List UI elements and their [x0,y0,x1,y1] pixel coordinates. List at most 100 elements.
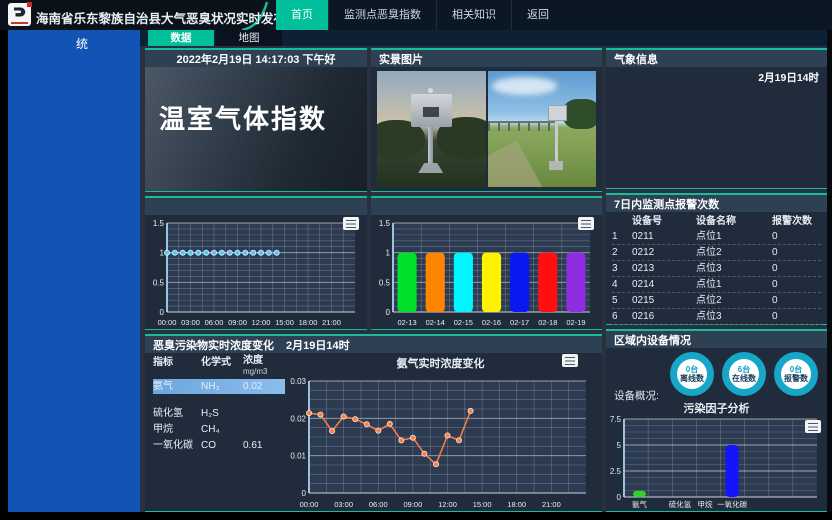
svg-text:00:00: 00:00 [158,318,177,327]
svg-text:12:00: 12:00 [252,318,271,327]
svg-text:06:00: 06:00 [205,318,224,327]
path [488,141,547,187]
odor-table: 指标 化学式 浓度 mg/m3 氨气NH₃0.02硫化氢H₂S甲烷CH₄一氧化碳… [153,355,285,454]
svg-text:0: 0 [386,308,391,317]
chart-menu-icon[interactable] [805,420,821,433]
logo-red-text [11,22,28,24]
svg-text:02-15: 02-15 [454,318,473,327]
tab-row: 数据地图 [140,30,832,46]
column-header: 报警次数 [772,215,821,229]
svg-text:02-17: 02-17 [510,318,529,327]
tab-data[interactable]: 数据 [148,30,214,46]
weather-timestamp: 2月19日14时 [758,70,819,85]
svg-text:1: 1 [160,249,165,258]
svg-text:02-18: 02-18 [538,318,557,327]
svg-text:21:00: 21:00 [542,500,561,509]
svg-text:0.5: 0.5 [153,278,165,287]
table-row: 40214点位10 [612,277,821,293]
svg-text:0.03: 0.03 [290,377,306,386]
svg-text:一氧化碳: 一氧化碳 [717,499,747,509]
svg-text:0.01: 0.01 [290,452,306,461]
chart-menu-icon[interactable] [578,217,594,230]
nav-item-0[interactable]: 首页 [276,0,328,30]
svg-text:03:00: 03:00 [181,318,200,327]
svg-text:02-16: 02-16 [482,318,501,327]
site-photo-dusk [377,71,486,187]
column-header: 指标 [153,355,201,377]
table-row: 甲烷CH₄ [153,422,285,437]
table-row: 50215点位20 [612,293,821,309]
panel-header: 实景图片 [371,50,602,67]
site-photo-day [488,71,597,187]
device-stat-circles: 0台离线数6台在线数0台报警数 [670,352,818,396]
alarm-table-rows: 10211点位1020212点位2030213点位3040214点位105021… [612,229,821,325]
panel-alarm-counts: 7日内监测点报警次数 设备号 设备名称 报警次数 10211点位1020212点… [606,193,827,325]
svg-text:15:00: 15:00 [473,500,492,509]
nav-item-3[interactable]: 返回 [511,0,564,30]
svg-text:1: 1 [386,249,391,258]
panel-title: 气象信息 [614,51,658,67]
odor-table-rows: 氨气NH₃0.02硫化氢H₂S甲烷CH₄一氧化碳CO0.61 [153,379,285,453]
panel-header: 7日内监测点报警次数 [606,195,827,212]
tab-map[interactable]: 地图 [216,30,282,46]
svg-text:0: 0 [302,489,307,498]
table-row: 硫化氢H₂S [153,406,285,421]
svg-text:氨气: 氨气 [632,499,647,509]
svg-text:0.5: 0.5 [379,278,391,287]
svg-text:0: 0 [160,308,165,317]
window-right-edge [827,30,832,512]
panel-title: 恶臭污染物实时浓度变化 [153,337,274,353]
svg-text:0: 0 [617,493,622,502]
svg-text:15:00: 15:00 [275,318,294,327]
nav-item-1[interactable]: 监测点恶臭指数 [328,0,436,30]
greenhouse-index-chart: 0 0.5 1 1.5 00:00 03:00 06:00 09:00 12:00 15:00 18… [147,215,365,327]
panel-header [145,198,367,215]
svg-text:甲烷: 甲烷 [698,499,713,509]
svg-text:1.5: 1.5 [379,219,391,228]
svg-text:硫化氢: 硫化氢 [669,499,692,509]
table-row: 一氧化碳CO0.61 [153,438,285,453]
panel-greenhouse-index: 2022年2月19日 14:17:03 下午好 温室气体指数 [145,48,367,192]
stat-offline-count: 0台离线数 [670,352,714,396]
station-base [418,163,443,173]
stat-alarm-count: 0台报警数 [774,352,818,396]
svg-text:1.5: 1.5 [153,219,165,228]
svg-text:02-14: 02-14 [426,318,445,327]
svg-text:09:00: 09:00 [403,500,422,509]
title-wrap-char: 统 [76,35,88,52]
svg-text:09:00: 09:00 [228,318,247,327]
svg-text:06:00: 06:00 [369,500,388,509]
app-title: 海南省乐东黎族自治县大气恶臭状况实时发布系 [36,8,299,27]
svg-text:02-13: 02-13 [397,318,416,327]
panel-daily-odor-chart: 0 0.5 1 1.5 02-13 02-14 02-15 02-16 02-17 02-18 02… [371,196,602,330]
panel-odor-realtime: 恶臭污染物实时浓度变化 2月19日14时 指标 化学式 浓度 mg/m3 氨气N… [145,334,602,512]
panel-region-devices: 区域内设备情况 设备概况: 0台离线数6台在线数0台报警数 污染因子分析 02.… [606,329,827,512]
ammonia-trend-chart: 00.010.020.0300:0003:0006:0009:0012:0015… [283,369,598,509]
monitor-box [548,105,566,121]
panel-header: 恶臭污染物实时浓度变化 2月19日14时 [145,336,602,353]
table-row: 20212点位20 [612,245,821,261]
panel-header: 2022年2月19日 14:17:03 下午好 [145,50,367,67]
svg-text:18:00: 18:00 [299,318,318,327]
antenna [428,88,433,93]
svg-text:5: 5 [617,441,622,450]
panel-title: 实景图片 [379,51,423,67]
trees [563,99,596,129]
column-header: 设备名称 [696,215,772,229]
chart-menu-icon[interactable] [343,217,359,230]
column-header: 浓度 mg/m3 [243,355,281,377]
svg-text:21:00: 21:00 [322,318,341,327]
panel-title: 7日内监测点报警次数 [614,196,719,212]
pollution-factor-chart: 02.557.5氨气硫化氢甲烷一氧化碳 [608,414,823,509]
chart-menu-icon[interactable] [562,354,578,367]
main-nav: 首页监测点恶臭指数相关知识返回 [276,0,564,30]
column-header: 设备号 [632,215,696,229]
svg-text:7.5: 7.5 [610,415,622,424]
nav-item-2[interactable]: 相关知识 [436,0,511,30]
panel-header: 区域内设备情况 [606,331,827,348]
cloud [492,77,557,96]
greenhouse-headline: 温室气体指数 [159,99,327,136]
panel-site-photos: 实景图片 [371,48,602,192]
table-row: 60216点位30 [612,309,821,325]
svg-text:02-19: 02-19 [566,318,585,327]
